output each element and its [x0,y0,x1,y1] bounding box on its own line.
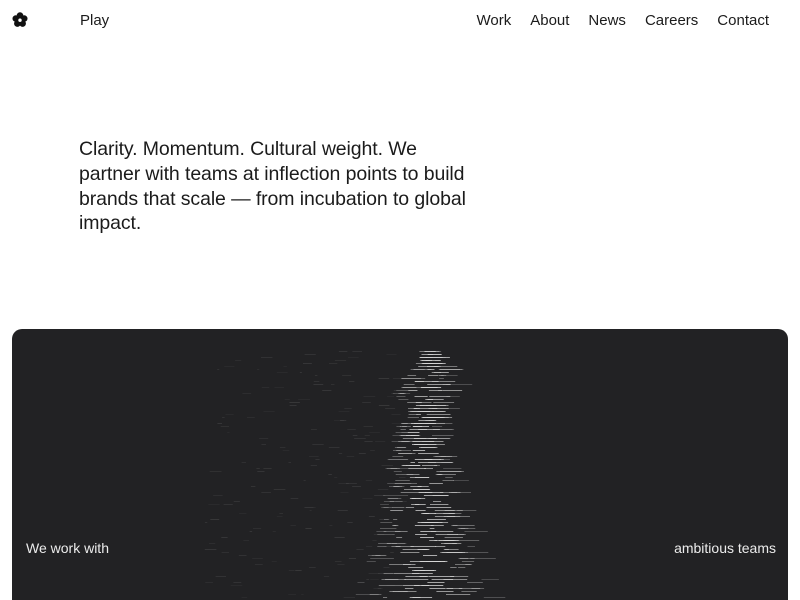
main-nav: Work About News Careers Contact [476,11,769,31]
logo-home-link[interactable] [12,12,28,28]
nav-news-link[interactable]: News [588,11,626,31]
nav-about-link[interactable]: About [530,11,569,31]
hero-caption-left: We work with [26,540,109,556]
play-link[interactable]: Play [80,11,109,31]
intro-statement: Clarity. Momentum. Cultural weight. We p… [79,138,466,235]
nav-careers-link[interactable]: Careers [645,11,698,31]
hero-figure-visual [204,351,506,598]
nav-work-link[interactable]: Work [476,11,511,31]
hero-caption-right: ambitious teams [674,540,776,556]
dither-pattern [204,351,506,598]
flower-icon [12,12,28,27]
hero-panel: We work with ambitious teams [12,329,788,600]
nav-contact-link[interactable]: Contact [717,11,769,31]
site-header: Play Work About News Careers Contact [0,0,800,42]
